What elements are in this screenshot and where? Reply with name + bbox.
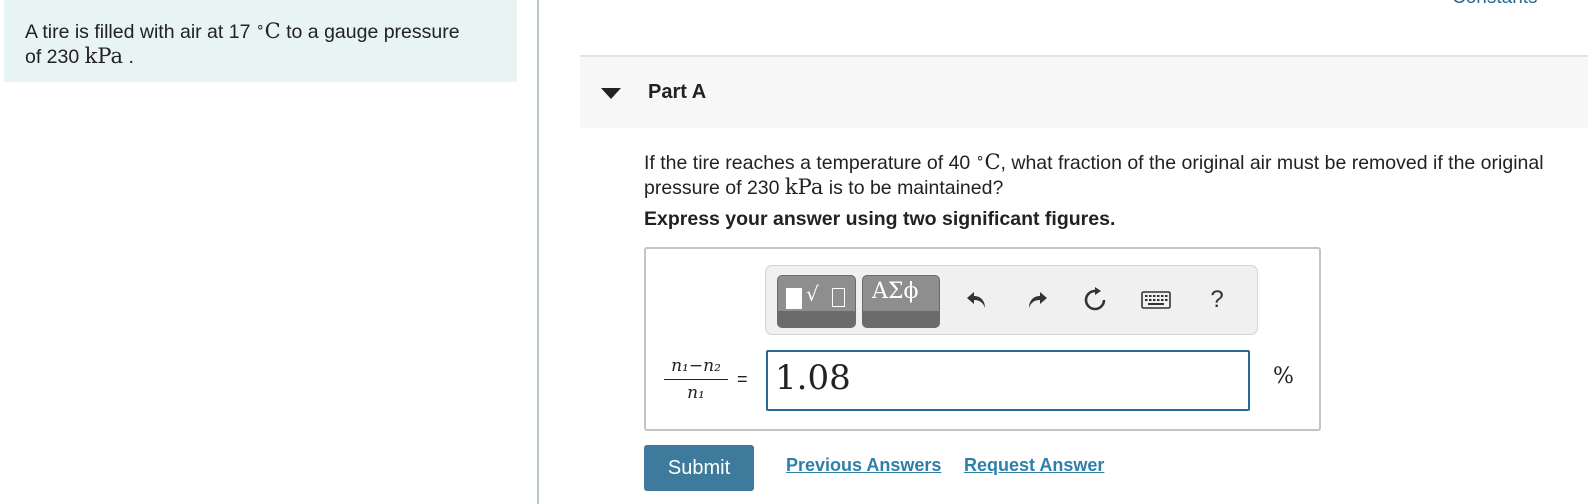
question-text: If the tire reaches a temperature of 40 …	[644, 145, 1554, 200]
fraction-denominator: n₁	[687, 383, 705, 403]
fraction-label: n₁−n₂ n₁	[664, 356, 728, 403]
sqrt-icon: √	[806, 282, 819, 306]
fraction-numerator: n₁−n₂	[664, 356, 728, 380]
collapse-caret-icon[interactable]	[601, 88, 621, 99]
problem-text-1: A tire is filled with air at 17	[25, 21, 256, 43]
equals-sign: =	[737, 369, 748, 389]
problem-statement: A tire is filled with air at 17 ∘C to a …	[25, 14, 517, 69]
submit-button[interactable]: Submit	[644, 445, 754, 491]
answer-instruction: Express your answer using two significan…	[644, 208, 1116, 230]
keyboard-icon[interactable]	[1141, 285, 1171, 315]
part-a-title: Part A	[648, 81, 707, 103]
question-text-1: If the tire reaches a temperature of 40	[644, 152, 976, 174]
redo-icon[interactable]	[1022, 285, 1052, 315]
help-button[interactable]: ?	[1202, 285, 1232, 315]
question-text-3: is to be maintained?	[823, 177, 1004, 199]
question-unit-kpa: kPa	[784, 175, 824, 199]
request-answer-link[interactable]: Request Answer	[964, 455, 1104, 476]
problem-statement-panel: A tire is filled with air at 17 ∘C to a …	[4, 0, 517, 82]
unit-kpa: kPa	[84, 44, 124, 68]
templates-button[interactable]: √	[777, 275, 856, 328]
part-a-header[interactable]: Part A	[580, 57, 1588, 128]
units-label: %	[1273, 364, 1294, 389]
reset-icon[interactable]	[1080, 285, 1110, 315]
degree-symbol: ∘	[255, 18, 265, 34]
problem-text-2: to a gauge pressure	[280, 21, 460, 43]
panel-divider	[537, 0, 539, 504]
templates-icon	[786, 288, 802, 309]
symbols-button[interactable]: ΑΣϕ	[862, 275, 940, 328]
previous-answers-link[interactable]: Previous Answers	[786, 455, 941, 476]
problem-text-3: of 230	[25, 46, 85, 68]
question-unit-celsius: C	[984, 150, 1001, 174]
constants-link[interactable]: Constants	[1452, 0, 1538, 9]
box-icon	[832, 288, 845, 307]
answer-input[interactable]: 1.08	[766, 350, 1250, 411]
undo-icon[interactable]	[962, 285, 992, 315]
problem-text-4: .	[123, 46, 134, 68]
unit-celsius: C	[264, 19, 281, 43]
symbols-label: ΑΣϕ	[872, 279, 919, 304]
math-toolbar: √ ΑΣϕ ?	[765, 265, 1258, 335]
